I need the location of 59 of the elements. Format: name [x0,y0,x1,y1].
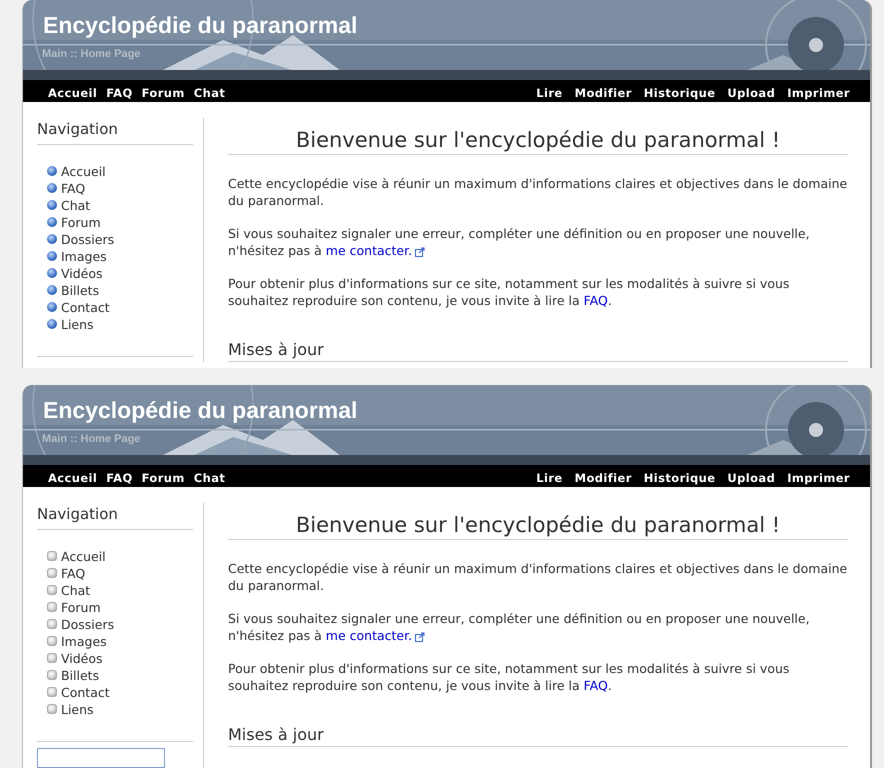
nav-link[interactable]: Imprimer [787,86,850,100]
sidebar-link[interactable]: Accueil [61,162,106,180]
sidebar-link[interactable]: Forum [61,214,101,230]
paragraph: Si vous souhaitez signaler une erreur, compléter une définition ou en proposer une nouvelle, n'hésitez pas à me contacter. [228,225,811,260]
breadcrumb: Main :: Home Page [42,46,142,62]
section-heading: Mises à jour [228,341,848,362]
sidebar-link[interactable]: Contact [61,298,110,316]
page-heading: Bienvenue sur l'encyclopédie du paranormal ! [228,128,848,156]
sidebar-link[interactable]: Images [61,248,107,264]
sidebar-link[interactable]: Billets [61,666,100,684]
sidebar-link[interactable]: Vidéos [61,650,103,666]
text-link[interactable]: me contacter. [326,243,426,258]
breadcrumb: Main :: Home Page [42,432,142,447]
nav-link[interactable]: Forum [142,86,185,100]
nav-link[interactable]: Modifier [574,471,632,485]
nav-link[interactable]: Chat [194,86,226,100]
paragraph: Pour obtenir plus d'informations sur ce site, notamment sur les modalités à suivre si vous souhaitez reproduire son contenu, je vous invite à lire la FAQ. [228,660,790,694]
paragraph: Cette encyclopédie vise à réunir un maximum d'informations claires et objectives dans le domaine du paranormal. [228,560,848,594]
sidebar-link[interactable]: Contact [61,684,110,700]
nav-link[interactable]: Upload [727,471,776,485]
search-field[interactable] [37,748,165,768]
sidebar-link[interactable]: Vidéos [61,264,103,282]
sidebar-link[interactable]: FAQ [61,180,86,196]
paragraph: Cette encyclopédie vise à réunir un maximum d'informations claires et objectives dans le domaine du paranormal. [228,175,848,210]
sidebar-link[interactable]: Dossiers [61,230,114,248]
text-link[interactable]: FAQ [584,678,608,694]
sidebar-title: Navigation [37,503,193,530]
section-heading: Mises à jour [228,726,848,748]
nav-link[interactable]: Lire [536,86,563,100]
nav-link[interactable]: Chat [194,471,226,485]
sidebar-link[interactable]: FAQ [61,564,86,582]
site-title: Encyclopédie du paranormal [42,11,358,40]
text-link[interactable]: FAQ [584,293,608,308]
nav-link[interactable]: Upload [727,86,776,100]
sidebar-link[interactable]: Forum [61,598,101,616]
nav-link[interactable]: Lire [536,471,563,485]
nav-link[interactable]: Historique [644,86,716,100]
nav-link[interactable]: Imprimer [787,471,850,485]
paragraph: Si vous souhaitez signaler une erreur, compléter une définition ou en proposer une nouvelle, n'hésitez pas à me contacter. [228,610,811,644]
sidebar-link[interactable]: Accueil [61,548,106,564]
nav-link[interactable]: Historique [644,471,716,485]
nav-link[interactable]: FAQ [106,471,133,485]
sidebar-title: Navigation [37,118,193,144]
site-title: Encyclopédie du paranormal [42,396,358,425]
nav-link[interactable]: Accueil [48,471,98,485]
paragraph: Pour obtenir plus d'informations sur ce site, notamment sur les modalités à suivre si vous souhaitez reproduire son contenu, je vous invite à lire la FAQ. [228,275,790,310]
page-heading: Bienvenue sur l'encyclopédie du paranormal ! [228,513,848,540]
sidebar-link[interactable]: Liens [61,700,94,718]
sidebar-link[interactable]: Billets [61,282,100,298]
text-link[interactable]: me contacter. [326,628,426,644]
nav-link[interactable]: Accueil [48,86,98,100]
sidebar-link[interactable]: Chat [61,196,90,214]
sidebar-link[interactable]: Dossiers [61,616,114,632]
nav-link[interactable]: FAQ [106,86,133,100]
nav-link[interactable]: Modifier [574,86,632,100]
sidebar-link[interactable]: Chat [61,582,90,598]
nav-link[interactable]: Forum [142,471,185,485]
sidebar-link[interactable]: Images [61,632,107,650]
sidebar-link[interactable]: Liens [61,316,94,332]
